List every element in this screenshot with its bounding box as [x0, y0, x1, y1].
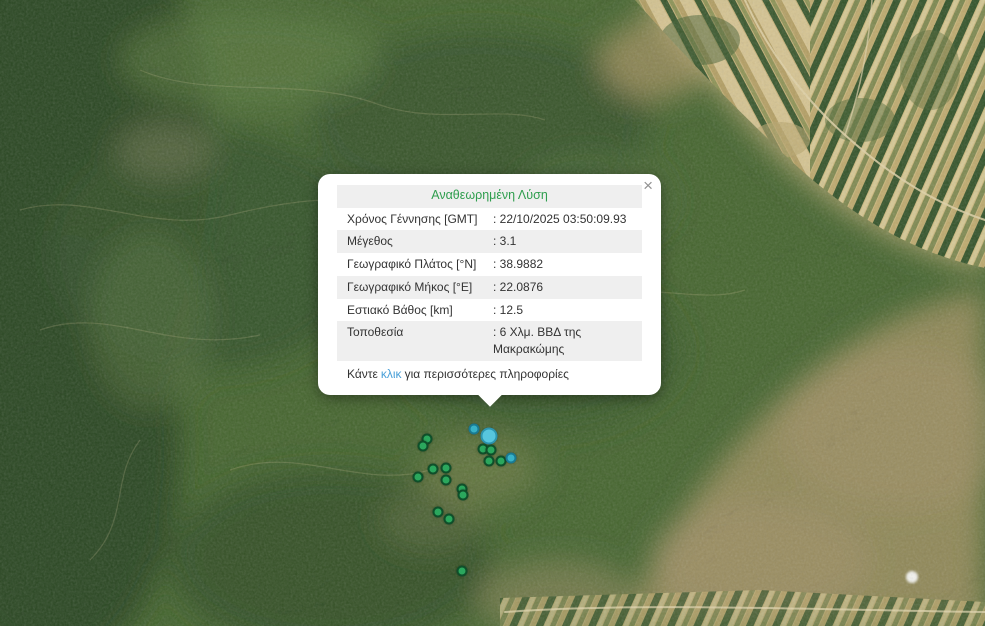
epicenter-marker[interactable] [433, 507, 444, 518]
popup-footer: Κάντεκλικγια περισσότερες πληροφορίες [337, 361, 642, 383]
row-value: : 6 Χλμ. ΒΒΔ της Μακρακώμης [493, 324, 632, 358]
row-value: : 22.0876 [493, 279, 632, 296]
map-viewport: × Αναθεωρημένη Λύση Χρόνος Γέννησης [GMT… [0, 0, 985, 626]
epicenter-marker[interactable] [457, 566, 468, 577]
epicenter-marker[interactable] [413, 472, 424, 483]
row-label: Μέγεθος [347, 233, 493, 250]
popup-content: Αναθεωρημένη Λύση Χρόνος Γέννησης [GMT] … [337, 185, 642, 383]
table-row-magnitude: Μέγεθος : 3.1 [337, 230, 642, 253]
epicenter-teal-marker[interactable] [469, 424, 480, 435]
row-label: Χρόνος Γέννησης [GMT] [347, 211, 493, 228]
row-label: Γεωγραφικό Πλάτος [°N] [347, 256, 493, 273]
epicenter-marker[interactable] [444, 514, 455, 525]
epicenter-marker[interactable] [486, 445, 497, 456]
table-row-origin-time: Χρόνος Γέννησης [GMT] : 22/10/2025 03:50… [337, 208, 642, 231]
table-row-location: Τοποθεσία : 6 Χλμ. ΒΒΔ της Μακρακώμης [337, 321, 642, 361]
table-row-depth: Εστιακό Βάθος [km] : 12.5 [337, 299, 642, 322]
row-label: Γεωγραφικό Μήκος [°E] [347, 279, 493, 296]
epicenter-selected-marker[interactable] [481, 428, 498, 445]
popup-title: Αναθεωρημένη Λύση [337, 185, 642, 208]
epicenter-marker[interactable] [458, 490, 469, 501]
epicenter-teal-marker[interactable] [506, 453, 517, 464]
epicenter-marker[interactable] [441, 475, 452, 486]
earthquake-popup: × Αναθεωρημένη Λύση Χρόνος Γέννησης [GMT… [318, 174, 661, 395]
epicenter-marker[interactable] [418, 441, 429, 452]
row-value: : 12.5 [493, 302, 632, 319]
table-row-latitude: Γεωγραφικό Πλάτος [°N] : 38.9882 [337, 253, 642, 276]
table-row-longitude: Γεωγραφικό Μήκος [°E] : 22.0876 [337, 276, 642, 299]
row-label: Εστιακό Βάθος [km] [347, 302, 493, 319]
popup-close-button[interactable]: × [643, 177, 653, 194]
row-label: Τοποθεσία [347, 324, 493, 358]
footer-text-prefix: Κάντε [347, 367, 378, 381]
row-value: : 3.1 [493, 233, 632, 250]
row-value: : 38.9882 [493, 256, 632, 273]
epicenter-marker[interactable] [484, 456, 495, 467]
footer-text-suffix: για περισσότερες πληροφορίες [405, 367, 569, 381]
row-value: : 22/10/2025 03:50:09.93 [493, 211, 632, 228]
more-info-link[interactable]: κλικ [381, 367, 402, 381]
epicenter-marker[interactable] [441, 463, 452, 474]
epicenter-marker[interactable] [428, 464, 439, 475]
